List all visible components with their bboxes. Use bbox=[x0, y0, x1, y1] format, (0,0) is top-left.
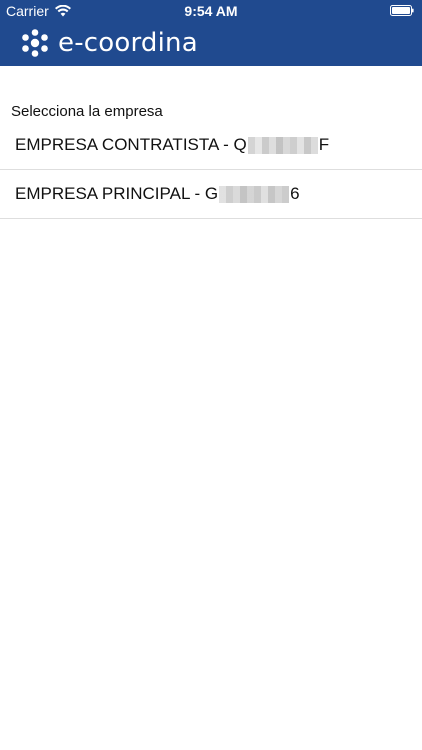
status-bar: Carrier 9:54 AM bbox=[0, 0, 422, 22]
company-name: EMPRESA PRINCIPAL - G bbox=[15, 184, 219, 203]
company-id-suffix: 6 bbox=[290, 184, 300, 203]
redacted-tax-id bbox=[219, 185, 290, 203]
status-time: 9:54 AM bbox=[184, 3, 238, 19]
brand-name: e-coordina bbox=[58, 28, 198, 58]
company-list: EMPRESA CONTRATISTA - Q F EMPRESA PRINCI… bbox=[0, 121, 422, 219]
molecule-logo-icon bbox=[22, 29, 48, 57]
app-header: Carrier 9:54 AM e-coordina bbox=[0, 0, 422, 66]
redacted-tax-id bbox=[247, 136, 318, 154]
company-select-label: Selecciona la empresa bbox=[11, 103, 163, 120]
company-item-label: EMPRESA CONTRATISTA - Q F bbox=[15, 135, 329, 155]
company-name: EMPRESA CONTRATISTA - Q bbox=[15, 135, 247, 154]
company-item-label: EMPRESA PRINCIPAL - G 6 bbox=[15, 184, 300, 204]
company-item-contratista[interactable]: EMPRESA CONTRATISTA - Q F bbox=[0, 121, 422, 170]
app-brand: e-coordina bbox=[20, 27, 198, 59]
company-id-suffix: F bbox=[318, 135, 330, 154]
company-item-principal[interactable]: EMPRESA PRINCIPAL - G 6 bbox=[0, 170, 422, 219]
screen: Carrier 9:54 AM e-coordina Selecciona la… bbox=[0, 0, 422, 750]
battery-icon bbox=[390, 5, 414, 16]
